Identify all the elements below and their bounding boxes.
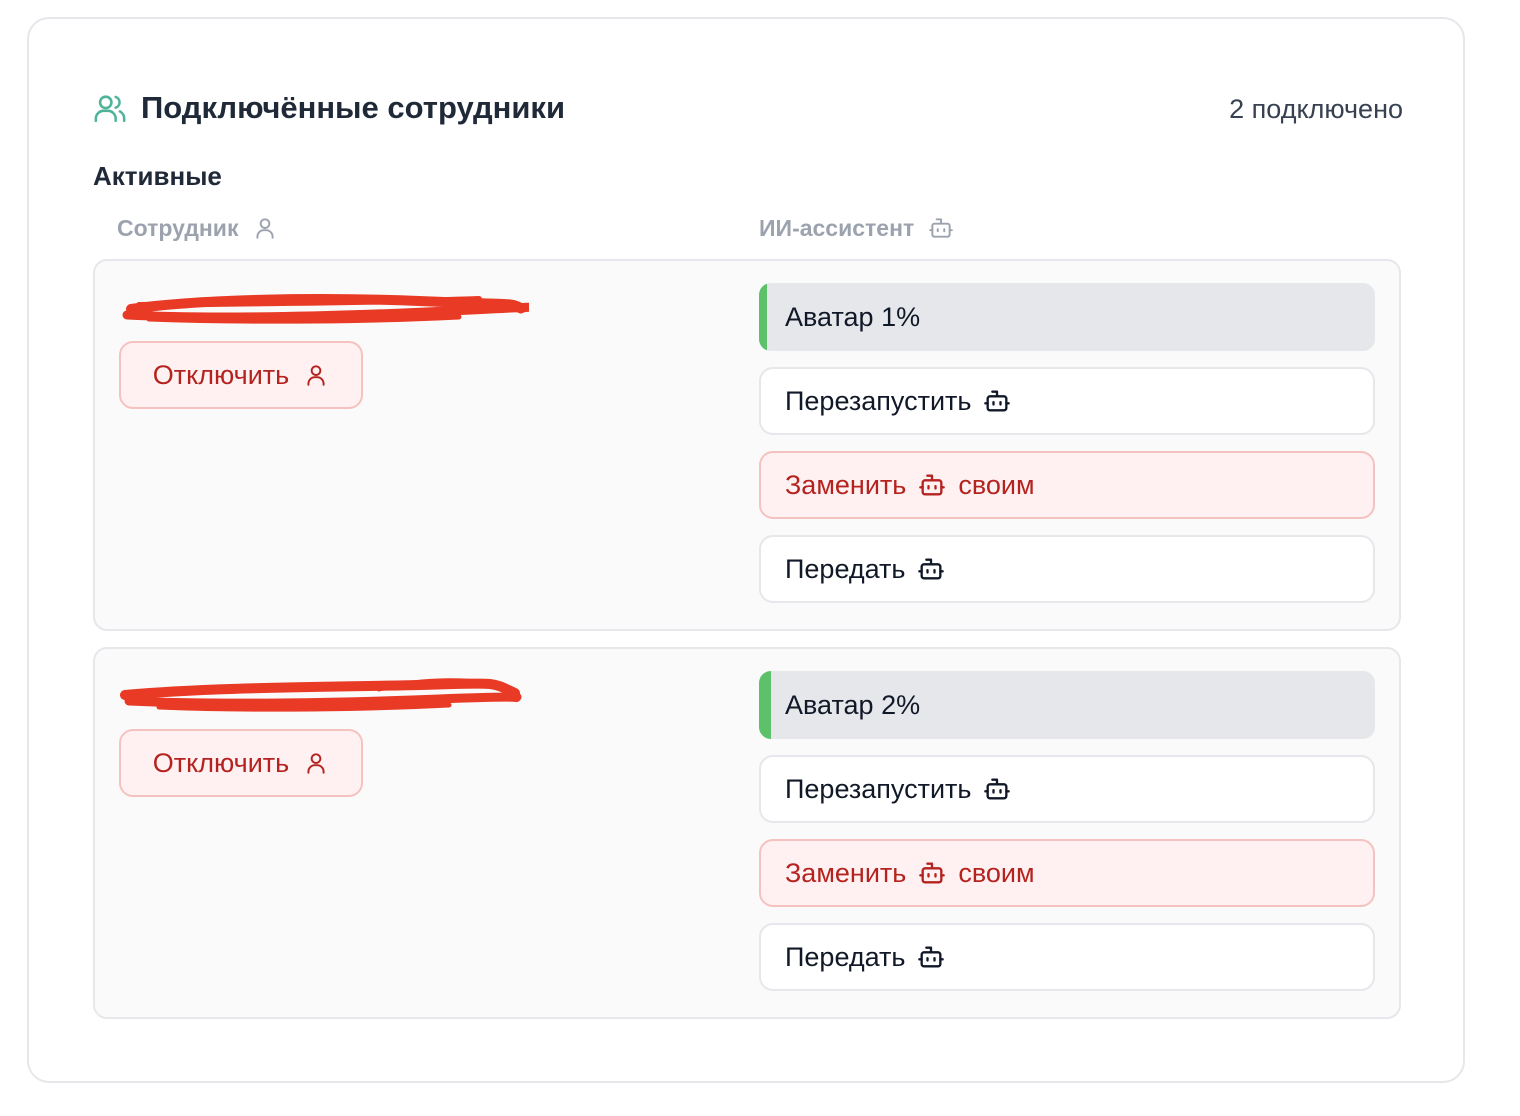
replace-button-suffix: своим: [958, 857, 1035, 888]
restart-button-label: Перезапустить: [785, 385, 972, 416]
avatar-status-label: Аватар 2%: [785, 689, 921, 720]
assistant-column: Аватар 1% Перезапустить Заменить своим П…: [759, 283, 1375, 603]
transfer-button[interactable]: Передать: [759, 923, 1375, 991]
users-icon: [94, 95, 126, 123]
bot-icon: [984, 390, 1011, 412]
bot-icon: [929, 218, 954, 238]
avatar-status: Аватар 2%: [759, 671, 1375, 739]
bot-icon: [918, 558, 945, 580]
redaction-scribble: [120, 678, 522, 712]
employee-name-redacted: [119, 289, 529, 329]
restart-button[interactable]: Перезапустить: [759, 755, 1375, 823]
disconnect-button[interactable]: Отключить: [119, 729, 363, 797]
employee-row: Отключить Аватар 1% Перезапустить Замени…: [93, 259, 1401, 631]
section-title-active: Активные: [93, 161, 222, 191]
page-title: Подключённые сотрудники: [141, 90, 565, 125]
connected-count: 2 подключено: [1229, 94, 1403, 124]
replace-button-label: Заменить: [785, 857, 907, 888]
transfer-button-label: Передать: [785, 941, 906, 972]
replace-button-label: Заменить: [785, 469, 907, 500]
user-icon: [307, 753, 325, 774]
replace-button[interactable]: Заменить своим: [759, 839, 1375, 907]
bot-icon: [919, 474, 946, 496]
bot-icon: [918, 946, 945, 968]
restart-button-label: Перезапустить: [785, 773, 972, 804]
avatar-status-label: Аватар 1%: [785, 301, 921, 332]
assistant-column: Аватар 2% Перезапустить Заменить своим П…: [759, 671, 1375, 991]
card-header: Подключённые сотрудники 2 подключено: [93, 89, 1403, 129]
disconnect-button-label: Отключить: [152, 747, 290, 778]
avatar-status: Аватар 1%: [759, 283, 1375, 351]
bot-icon: [984, 778, 1011, 800]
employee-row: Отключить Аватар 2% Перезапустить Замени…: [93, 647, 1401, 1019]
column-header-assistant-label: ИИ-ассистент: [759, 214, 915, 241]
disconnect-button[interactable]: Отключить: [119, 341, 363, 409]
user-icon: [307, 365, 325, 386]
replace-button[interactable]: Заменить своим: [759, 451, 1375, 519]
redaction-scribble: [122, 294, 529, 324]
restart-button[interactable]: Перезапустить: [759, 367, 1375, 435]
avatar-progress-bar: [759, 671, 772, 739]
transfer-button[interactable]: Передать: [759, 535, 1375, 603]
column-header-employee: Сотрудник: [117, 211, 278, 245]
replace-button-suffix: своим: [958, 469, 1035, 500]
user-icon: [256, 218, 275, 239]
transfer-button-label: Передать: [785, 553, 906, 584]
bot-icon: [919, 862, 946, 884]
avatar-progress-bar: [759, 283, 767, 351]
employee-name-redacted: [119, 677, 522, 717]
column-header-employee-label: Сотрудник: [117, 214, 239, 241]
disconnect-button-label: Отключить: [152, 359, 290, 390]
column-header-assistant: ИИ-ассистент: [759, 211, 954, 245]
connected-employees-card: Подключённые сотрудники 2 подключено Акт…: [27, 17, 1465, 1083]
